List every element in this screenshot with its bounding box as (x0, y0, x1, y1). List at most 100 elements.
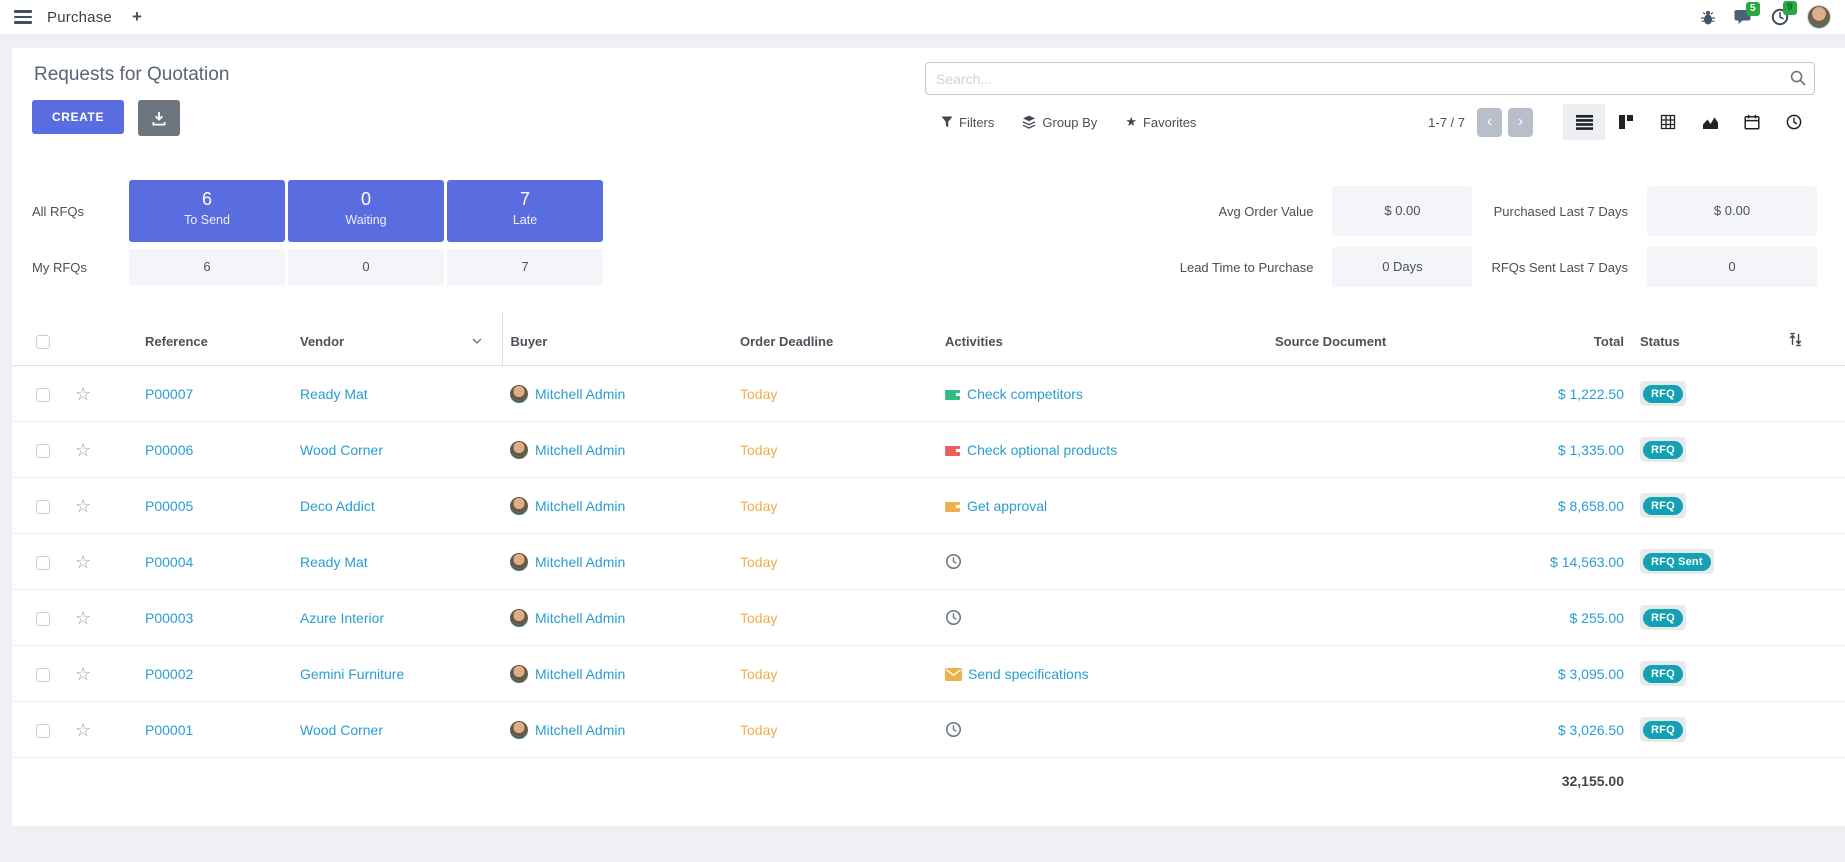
order-deadline: Today (740, 554, 777, 570)
pager-next-button[interactable]: › (1508, 108, 1533, 137)
tasks-icon[interactable] (945, 502, 960, 512)
my-rfqs-waiting[interactable]: 0 (288, 249, 444, 285)
add-tab-button[interactable]: + (132, 7, 142, 27)
favorite-star-icon[interactable]: ☆ (75, 720, 91, 740)
status-badge: RFQ (1643, 721, 1683, 739)
kpi-tile-to-send[interactable]: 6 To Send (129, 180, 285, 242)
reference-link[interactable]: P00004 (145, 554, 193, 570)
footer-total: 32,155.00 (1490, 758, 1632, 805)
activity-link[interactable]: Check competitors (967, 386, 1083, 402)
row-checkbox[interactable] (36, 668, 50, 682)
kpi-tile-late[interactable]: 7 Late (447, 180, 603, 242)
table-row[interactable]: ☆ P00001 Wood Corner Mitchell Admin Toda… (12, 702, 1845, 758)
graph-view-icon[interactable] (1689, 104, 1731, 140)
create-button[interactable]: CREATE (32, 100, 124, 134)
header-buyer[interactable]: Buyer (502, 313, 732, 366)
favorites-button[interactable]: ★ Favorites (1125, 114, 1196, 130)
table-row[interactable]: ☆ P00007 Ready Mat Mitchell Admin Today … (12, 366, 1845, 422)
row-checkbox[interactable] (36, 556, 50, 570)
my-rfqs-late[interactable]: 7 (447, 249, 603, 285)
user-avatar[interactable] (1807, 5, 1831, 29)
activity-link[interactable]: Send specifications (968, 666, 1089, 682)
vendor-link[interactable]: Azure Interior (300, 610, 384, 626)
clock-icon[interactable] (945, 553, 962, 570)
favorite-star-icon[interactable]: ☆ (75, 608, 91, 628)
row-checkbox[interactable] (36, 444, 50, 458)
group-by-button[interactable]: Group By (1022, 114, 1097, 130)
header-vendor[interactable]: Vendor (292, 313, 502, 366)
reference-link[interactable]: P00001 (145, 722, 193, 738)
messages-icon[interactable]: 5 (1734, 9, 1753, 26)
pager-previous-button[interactable]: ‹ (1477, 108, 1502, 137)
header-reference[interactable]: Reference (117, 313, 292, 366)
export-button[interactable] (138, 100, 180, 136)
app-title[interactable]: Purchase (47, 9, 112, 26)
search-box (925, 62, 1815, 95)
vendor-link[interactable]: Gemini Furniture (300, 666, 404, 682)
my-rfqs-to-send[interactable]: 6 (129, 249, 285, 285)
favorite-star-icon[interactable]: ☆ (75, 664, 91, 684)
header-source-document[interactable]: Source Document (1267, 313, 1490, 366)
tasks-icon[interactable] (945, 446, 960, 456)
row-checkbox[interactable] (36, 500, 50, 514)
header-status[interactable]: Status (1632, 313, 1745, 366)
buyer-link[interactable]: Mitchell Admin (535, 554, 625, 570)
buyer-avatar (510, 721, 528, 739)
clock-icon[interactable] (945, 609, 962, 626)
menu-toggle-icon[interactable] (14, 10, 32, 24)
reference-link[interactable]: P00006 (145, 442, 193, 458)
vendor-link[interactable]: Ready Mat (300, 386, 368, 402)
activity-link[interactable]: Get approval (967, 498, 1047, 514)
vendor-link[interactable]: Deco Addict (300, 498, 375, 514)
header-order-deadline[interactable]: Order Deadline (732, 313, 937, 366)
row-checkbox[interactable] (36, 724, 50, 738)
reference-link[interactable]: P00003 (145, 610, 193, 626)
clock-icon[interactable] (945, 721, 962, 738)
calendar-view-icon[interactable] (1731, 104, 1773, 140)
row-checkbox[interactable] (36, 388, 50, 402)
buyer-link[interactable]: Mitchell Admin (535, 722, 625, 738)
favorite-star-icon[interactable]: ☆ (75, 440, 91, 460)
buyer-link[interactable]: Mitchell Admin (535, 386, 625, 402)
activities-clock-icon[interactable]: 9 (1771, 8, 1789, 26)
table-row[interactable]: ☆ P00003 Azure Interior Mitchell Admin T… (12, 590, 1845, 646)
pivot-view-icon[interactable] (1647, 104, 1689, 140)
favorite-star-icon[interactable]: ☆ (75, 384, 91, 404)
buyer-link[interactable]: Mitchell Admin (535, 498, 625, 514)
vendor-link[interactable]: Wood Corner (300, 442, 383, 458)
envelope-icon[interactable] (945, 668, 962, 681)
source-document-cell (1267, 422, 1490, 478)
activity-link[interactable]: Check optional products (967, 442, 1117, 458)
reference-link[interactable]: P00005 (145, 498, 193, 514)
filters-button[interactable]: Filters (941, 114, 994, 130)
table-row[interactable]: ☆ P00006 Wood Corner Mitchell Admin Toda… (12, 422, 1845, 478)
favorite-star-icon[interactable]: ☆ (75, 496, 91, 516)
row-checkbox[interactable] (36, 612, 50, 626)
reference-link[interactable]: P00007 (145, 386, 193, 402)
kanban-view-icon[interactable] (1605, 104, 1647, 140)
tasks-icon[interactable] (945, 390, 960, 400)
buyer-link[interactable]: Mitchell Admin (535, 442, 625, 458)
main-content: Requests for Quotation CREATE Filters (12, 48, 1845, 826)
header-activities[interactable]: Activities (937, 313, 1267, 366)
debug-bug-icon[interactable] (1700, 9, 1716, 26)
vendor-link[interactable]: Wood Corner (300, 722, 383, 738)
sort-caret-icon (472, 338, 482, 344)
table-row[interactable]: ☆ P00005 Deco Addict Mitchell Admin Toda… (12, 478, 1845, 534)
search-input[interactable] (925, 62, 1815, 95)
favorite-star-icon[interactable]: ☆ (75, 552, 91, 572)
activity-view-icon[interactable] (1773, 104, 1815, 140)
table-row[interactable]: ☆ P00004 Ready Mat Mitchell Admin Today … (12, 534, 1845, 590)
purchased-last-7-days-label: Purchased Last 7 Days (1491, 204, 1628, 219)
vendor-link[interactable]: Ready Mat (300, 554, 368, 570)
reference-link[interactable]: P00002 (145, 666, 193, 682)
buyer-link[interactable]: Mitchell Admin (535, 610, 625, 626)
kpi-tile-waiting[interactable]: 0 Waiting (288, 180, 444, 242)
search-icon[interactable] (1790, 70, 1806, 86)
header-total[interactable]: Total (1490, 313, 1632, 366)
list-view-icon[interactable] (1563, 104, 1605, 140)
buyer-link[interactable]: Mitchell Admin (535, 666, 625, 682)
table-row[interactable]: ☆ P00002 Gemini Furniture Mitchell Admin… (12, 646, 1845, 702)
adjust-columns-icon[interactable] (1788, 332, 1803, 347)
select-all-checkbox[interactable] (36, 335, 50, 349)
